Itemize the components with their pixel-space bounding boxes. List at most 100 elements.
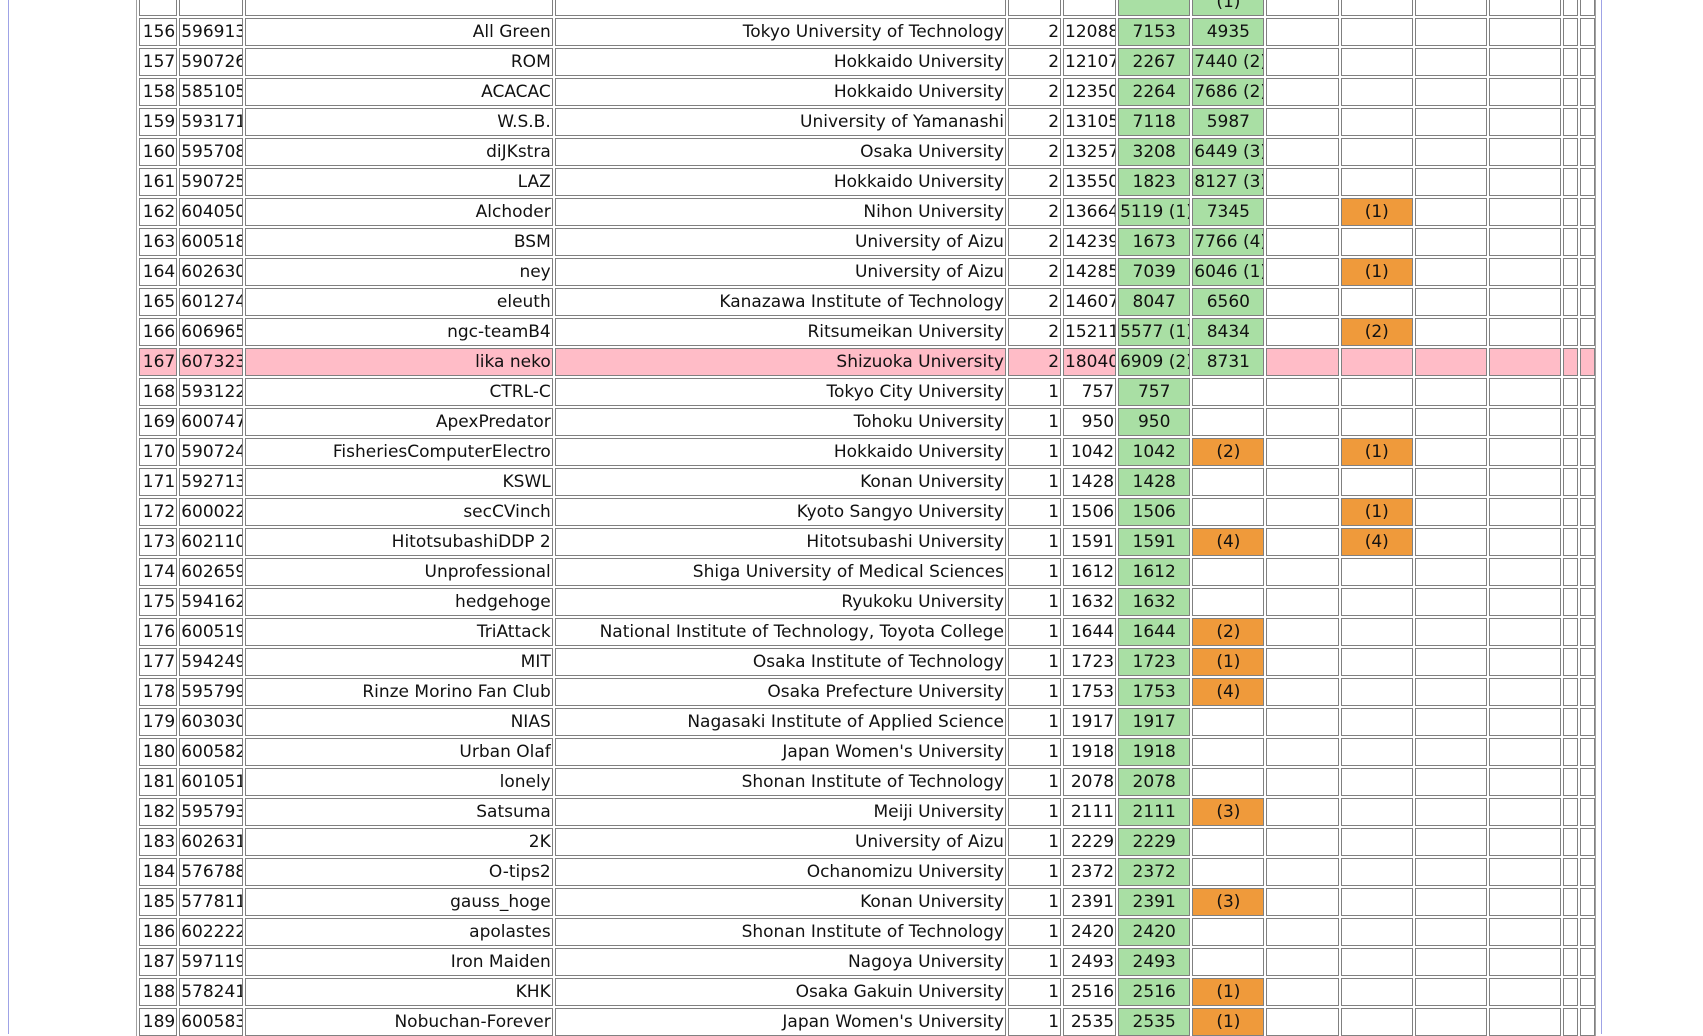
- university-cell: Ryukoku University: [554, 588, 1006, 616]
- user-id-cell: 595708: [179, 138, 243, 166]
- table-row: 160 595708 diJKstra Osaka University 2 13257 3…: [139, 138, 1595, 166]
- solved-count-cell: 1: [1007, 648, 1062, 676]
- rank-cell: 163: [139, 228, 178, 256]
- problem-G-cell: [1563, 798, 1579, 826]
- problem-F-cell: [1489, 198, 1562, 226]
- university-cell: Tokyo University of Technology: [554, 18, 1006, 46]
- problem-C-cell: [1266, 228, 1339, 256]
- rank-cell: 161: [139, 168, 178, 196]
- problem-H-cell: [1580, 558, 1595, 586]
- university-cell: Nihon University: [554, 198, 1006, 226]
- problem-C-cell: [1266, 798, 1339, 826]
- solved-count-cell: 1: [1007, 618, 1062, 646]
- problem-E-cell: [1414, 408, 1488, 436]
- problem-B-cell: (3): [1192, 798, 1265, 826]
- problem-E-cell: [1414, 1008, 1488, 1036]
- problem-G-cell: [1563, 348, 1579, 376]
- solved-count-cell: 1: [1007, 708, 1062, 736]
- university-cell: Osaka Gakuin University: [554, 978, 1006, 1006]
- problem-G-cell: [1563, 198, 1579, 226]
- penalty-cell: 13257: [1063, 138, 1117, 166]
- university-cell: University of Aizu: [554, 828, 1006, 856]
- problem-A-cell: 8047: [1118, 288, 1191, 316]
- penalty-cell: 2420: [1063, 918, 1117, 946]
- penalty-cell: 1723: [1063, 648, 1117, 676]
- problem-F-cell: [1489, 798, 1562, 826]
- table-row: 171 592713 KSWL Konan University 1 1428 1428: [139, 468, 1595, 496]
- problem-D-cell: (1): [1340, 198, 1413, 226]
- problem-H-cell: [1580, 798, 1595, 826]
- problem-H-cell: [1580, 678, 1595, 706]
- user-id-cell: 593122: [179, 378, 243, 406]
- university-cell: Kyoto Sangyo University: [554, 498, 1006, 526]
- problem-A-cell: 2078: [1118, 768, 1191, 796]
- problem-G-cell: [1563, 708, 1579, 736]
- problem-F-cell: [1489, 168, 1562, 196]
- table-row: 177 594249 MIT Osaka Institute of Technolog…: [139, 648, 1595, 676]
- problem-H-cell: [1580, 1008, 1595, 1036]
- team-name-cell: O-tips2: [244, 858, 553, 886]
- problem-H-cell: [1580, 918, 1595, 946]
- problem-E-cell: [1414, 498, 1488, 526]
- user-id-cell: 604050: [179, 198, 243, 226]
- problem-C-cell: [1266, 408, 1339, 436]
- problem-E-cell: [1414, 258, 1488, 286]
- problem-G-cell: [1563, 108, 1579, 136]
- rank-cell: 172: [139, 498, 178, 526]
- team-name-cell: ApexPredator: [244, 408, 553, 436]
- standings-container: (1) 156 596913 All Green Tokyo University of…: [136, 0, 1596, 1036]
- problem-C-cell: [1266, 168, 1339, 196]
- problem-G-cell: [1563, 828, 1579, 856]
- user-id-cell: 590725: [179, 168, 243, 196]
- problem-G-cell: [1563, 1008, 1579, 1036]
- table-row: 158 585105 ACACAC Hokkaido University 2 12350…: [139, 78, 1595, 106]
- solved-count-cell: 2: [1007, 78, 1062, 106]
- problem-B-cell: (1): [1192, 1008, 1265, 1036]
- user-id-cell: 600022: [179, 498, 243, 526]
- problem-D-cell: [1340, 678, 1413, 706]
- problem-B-cell: (3): [1192, 888, 1265, 916]
- penalty-cell: 1917: [1063, 708, 1117, 736]
- team-name-cell: gauss_hoge: [244, 888, 553, 916]
- problem-D-cell: [1340, 78, 1413, 106]
- university-cell: Shiga University of Medical Sciences: [554, 558, 1006, 586]
- solved-count-cell: 1: [1007, 408, 1062, 436]
- problem-G-cell: [1563, 0, 1579, 16]
- rank-cell: 166: [139, 318, 178, 346]
- university-cell: Osaka Institute of Technology: [554, 648, 1006, 676]
- user-id-cell: 601274: [179, 288, 243, 316]
- problem-E-cell: [1414, 768, 1488, 796]
- problem-E-cell: [1414, 48, 1488, 76]
- team-name-cell: Satsuma: [244, 798, 553, 826]
- problem-A-cell: 1644: [1118, 618, 1191, 646]
- university-cell: Hokkaido University: [554, 78, 1006, 106]
- user-id-cell: 593171: [179, 108, 243, 136]
- problem-C-cell: [1266, 918, 1339, 946]
- solved-count-cell: 1: [1007, 858, 1062, 886]
- table-row: 187 597119 Iron Maiden Nagoya University 1 24…: [139, 948, 1595, 976]
- problem-D-cell: [1340, 1008, 1413, 1036]
- problem-D-cell: [1340, 828, 1413, 856]
- problem-E-cell: [1414, 0, 1488, 16]
- problem-B-cell: 6449 (3): [1192, 138, 1265, 166]
- rank-cell: 171: [139, 468, 178, 496]
- university-cell: [554, 0, 1006, 16]
- problem-E-cell: [1414, 348, 1488, 376]
- university-cell: Hokkaido University: [554, 48, 1006, 76]
- problem-B-cell: 7686 (2): [1192, 78, 1265, 106]
- solved-count-cell: 2: [1007, 258, 1062, 286]
- problem-A-cell: 1917: [1118, 708, 1191, 736]
- problem-H-cell: [1580, 708, 1595, 736]
- problem-A-cell: 3208: [1118, 138, 1191, 166]
- problem-E-cell: [1414, 438, 1488, 466]
- penalty-cell: 2391: [1063, 888, 1117, 916]
- problem-C-cell: [1266, 948, 1339, 976]
- problem-B-cell: 4935: [1192, 18, 1265, 46]
- problem-H-cell: [1580, 588, 1595, 616]
- solved-count-cell: 1: [1007, 468, 1062, 496]
- problem-F-cell: [1489, 288, 1562, 316]
- university-cell: Osaka University: [554, 138, 1006, 166]
- team-name-cell: KSWL: [244, 468, 553, 496]
- problem-C-cell: [1266, 78, 1339, 106]
- rank-cell: 156: [139, 18, 178, 46]
